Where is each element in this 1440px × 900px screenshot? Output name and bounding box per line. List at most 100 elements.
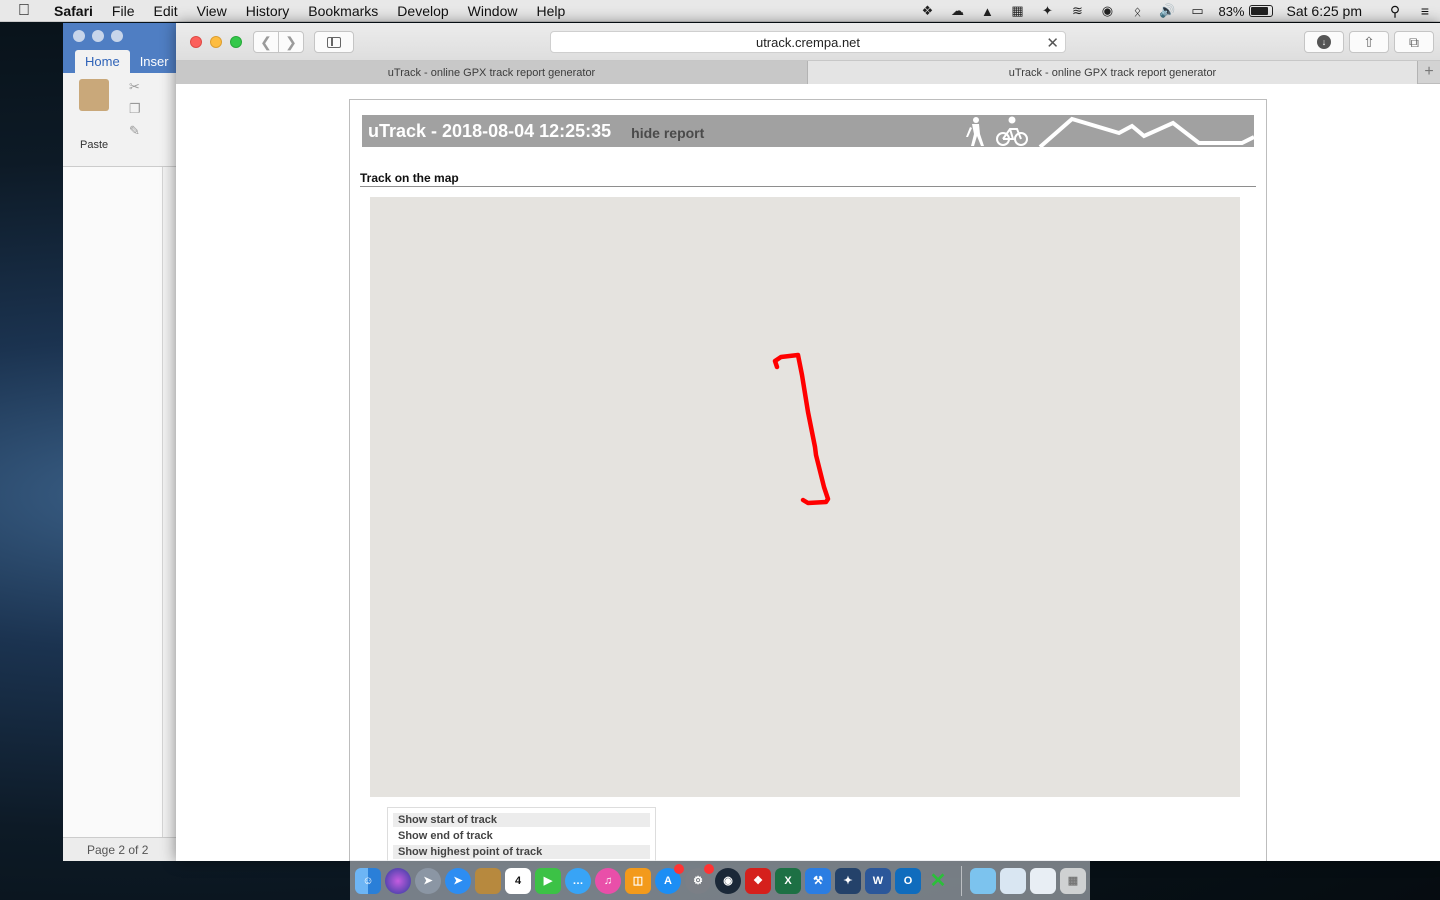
track-polyline [772, 352, 831, 506]
section-title-map: Track on the map [360, 171, 1256, 187]
menu-history[interactable]: History [246, 3, 290, 19]
siri-icon[interactable] [385, 867, 411, 894]
show-end-button[interactable]: Show end of track [393, 829, 650, 843]
dock-separator [961, 865, 962, 896]
finder-icon[interactable]: ☺ [355, 867, 381, 894]
steam-icon[interactable]: ◉ [715, 867, 741, 894]
browser-tab-2[interactable]: uTrack - online GPX track report generat… [808, 61, 1418, 84]
tab-bar: uTrack - online GPX track report generat… [176, 61, 1440, 84]
minimize-button[interactable] [210, 36, 222, 48]
dropbox-icon[interactable]: ❖ [912, 3, 942, 19]
spotlight-icon[interactable]: ⚲ [1380, 3, 1410, 20]
report-container: uTrack - 2018-08-04 12:25:35 hide report [349, 99, 1267, 861]
acrobat-icon[interactable]: ❖ [745, 867, 771, 894]
itunes-icon[interactable]: ♫ [595, 867, 621, 894]
show-start-button[interactable]: Show start of track [393, 813, 650, 827]
close-icon[interactable]: ✕ [1046, 34, 1059, 52]
messages-icon[interactable]: … [565, 867, 591, 894]
appstore-icon[interactable]: A [655, 863, 684, 894]
battery-icon[interactable] [1248, 5, 1273, 17]
sidebar-button[interactable] [314, 31, 354, 53]
xcode-icon[interactable]: ⚒ [805, 867, 831, 894]
volume-icon[interactable]: 🔊 [1152, 3, 1182, 19]
word-page-count: Page 2 of 2 [87, 843, 149, 857]
format-painter-icon[interactable]: ✎ [129, 123, 141, 139]
clipboard-tools: ✂ ❐ ✎ [129, 79, 141, 139]
copy-icon[interactable]: ❐ [129, 101, 141, 117]
chevron-right-icon: ❯ [285, 33, 297, 50]
word-icon[interactable]: W [865, 867, 891, 894]
report-header: uTrack - 2018-08-04 12:25:35 hide report [362, 115, 1254, 147]
ibooks-icon[interactable]: ◫ [625, 867, 651, 894]
word-zoom-button[interactable] [111, 30, 123, 42]
show-highest-point-button[interactable]: Show highest point of track [393, 845, 650, 859]
close-button[interactable] [190, 36, 202, 48]
address-bar[interactable]: utrack.crempa.net ✕ [550, 31, 1066, 53]
dock: ☺ ➤ ➤ 4 ▶ … ♫ ◫ A ⚙ ◉ ❖ X ⚒ ✦ W O ✕ ▦ [350, 860, 1090, 900]
show-tabs-button[interactable]: ⧉ [1394, 31, 1434, 53]
wifi-icon[interactable]: ≋ [1062, 3, 1092, 19]
menu-help[interactable]: Help [536, 3, 565, 19]
share-button[interactable]: ⇧ [1349, 31, 1389, 53]
menu-file[interactable]: File [112, 3, 135, 19]
notification-badge [674, 863, 684, 874]
browser-tab-title: uTrack - online GPX track report generat… [387, 66, 596, 79]
tabs-overview-icon: ⧉ [1409, 33, 1419, 50]
map-controls: Show start of track Show end of track Sh… [387, 807, 656, 861]
menu-bookmarks[interactable]: Bookmarks [308, 3, 378, 19]
menu-view[interactable]: View [197, 3, 227, 19]
menu-clock[interactable]: Sat 6:25 pm [1287, 3, 1363, 19]
siri-status-icon[interactable]: ◉ [1092, 3, 1122, 19]
dashboard-icon[interactable]: ✦ [1032, 3, 1062, 19]
menu-develop[interactable]: Develop [397, 3, 448, 19]
launchpad-icon[interactable]: ➤ [415, 867, 441, 894]
word-document-area[interactable] [63, 167, 163, 837]
menu-edit[interactable]: Edit [153, 3, 177, 19]
back-button[interactable]: ❮ [253, 31, 279, 53]
chevron-left-icon: ❮ [260, 33, 272, 50]
paste-label: Paste [80, 139, 109, 151]
calendar-icon[interactable]: 4 [505, 867, 531, 894]
word-minimize-button[interactable] [92, 30, 104, 42]
track-map[interactable] [370, 197, 1240, 797]
paste-icon[interactable] [79, 79, 109, 111]
menu-window[interactable]: Window [468, 3, 518, 19]
word-close-button[interactable] [73, 30, 85, 42]
safari-icon[interactable]: ➤ [445, 867, 471, 894]
desktop-folder-icon[interactable] [1030, 867, 1056, 894]
notes-icon[interactable] [475, 867, 501, 894]
apple-menu-icon[interactable]:  [18, 2, 40, 20]
documents-folder-icon[interactable] [1000, 867, 1026, 894]
hiker-icon [966, 117, 984, 146]
notes-status-icon[interactable]: ▦ [1002, 3, 1032, 19]
share-icon: ⇧ [1363, 33, 1375, 50]
cut-icon[interactable]: ✂ [129, 79, 141, 95]
web-page: uTrack - 2018-08-04 12:25:35 hide report [176, 84, 1440, 861]
xquartz-icon[interactable]: ✕ [925, 868, 951, 894]
hide-report-link[interactable]: hide report [631, 125, 704, 141]
battery-percent[interactable]: 83% [1218, 4, 1244, 19]
notification-center-icon[interactable]: ≡ [1410, 3, 1440, 19]
downloads-button[interactable]: ↓ [1304, 31, 1344, 53]
facetime-icon[interactable]: ▶ [535, 867, 561, 894]
word-tab-home[interactable]: Home [75, 50, 130, 73]
word-tab-insert[interactable]: Inser [130, 50, 179, 73]
browser-tab-1[interactable]: uTrack - online GPX track report generat… [176, 61, 808, 84]
system-preferences-icon[interactable]: ⚙ [685, 863, 714, 894]
report-title: uTrack - 2018-08-04 12:25:35 [368, 120, 612, 141]
outlook-icon[interactable]: O [895, 867, 921, 894]
airplay-icon[interactable]: ▭ [1182, 3, 1212, 19]
new-tab-button[interactable]: + [1418, 61, 1440, 83]
creative-cloud-icon[interactable]: ☁ [942, 3, 972, 19]
word-window-controls [73, 30, 123, 42]
bluetooth-icon[interactable]: ᛟ [1122, 4, 1152, 19]
instruments-icon[interactable]: ✦ [835, 867, 861, 894]
downloads-folder-icon[interactable] [970, 867, 996, 894]
fullscreen-button[interactable] [230, 36, 242, 48]
trash-icon[interactable]: ▦ [1060, 867, 1086, 894]
menu-app-safari[interactable]: Safari [54, 3, 93, 19]
safari-window: ❮ ❯ utrack.crempa.net ✕ ↓ ⇧ ⧉ uTrack - o… [176, 23, 1440, 861]
backup-icon[interactable]: ▲ [972, 4, 1002, 19]
excel-icon[interactable]: X [775, 867, 801, 894]
forward-button[interactable]: ❯ [278, 31, 304, 53]
